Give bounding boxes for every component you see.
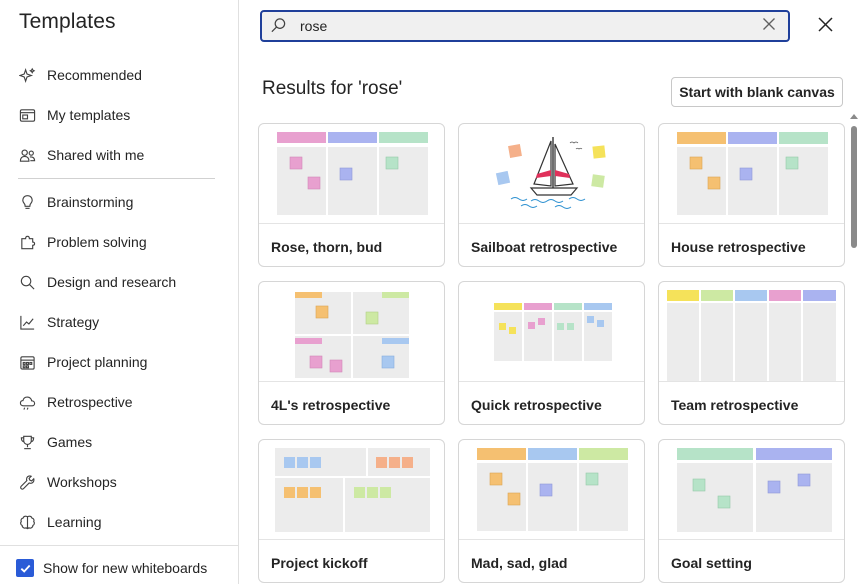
template-card-goal-setting[interactable]: Goal setting: [658, 439, 845, 583]
chart-icon: [18, 313, 36, 331]
sparkle-icon: [18, 66, 36, 84]
sidebar-item-design-and-research[interactable]: Design and research: [18, 264, 218, 300]
sidebar-item-learning[interactable]: Learning: [18, 504, 218, 540]
sidebar-item-label: Learning: [47, 514, 102, 530]
template-card-label: Quick retrospective: [471, 397, 602, 413]
clear-search-icon[interactable]: [762, 17, 780, 35]
checkmark-icon: [20, 564, 30, 573]
search-input[interactable]: [300, 16, 740, 36]
sidebar-item-my-templates[interactable]: My templates: [18, 97, 218, 133]
template-thumbnail: [259, 440, 444, 540]
template-card-quick-retrospective[interactable]: Quick retrospective: [458, 281, 645, 425]
search-icon: [18, 273, 36, 291]
template-card-label: Mad, sad, glad: [471, 555, 568, 571]
scrollbar-thumb[interactable]: [851, 126, 857, 248]
template-card-label: House retrospective: [671, 239, 806, 255]
template-thumbnail: [459, 282, 644, 382]
start-with-blank-canvas-button[interactable]: Start with blank canvas: [671, 77, 843, 107]
sidebar-footer: Show for new whiteboards: [0, 545, 239, 585]
template-thumbnail: [659, 440, 844, 540]
sidebar-item-project-planning[interactable]: Project planning: [18, 344, 218, 380]
sidebar-item-label: Design and research: [47, 274, 177, 290]
sidebar-item-strategy[interactable]: Strategy: [18, 304, 218, 340]
sidebar-item-problem-solving[interactable]: Problem solving: [18, 224, 218, 260]
template-card-label: Team retrospective: [671, 397, 799, 413]
brain-icon: [18, 513, 36, 531]
template-card-label: Project kickoff: [271, 555, 368, 571]
template-card-sailboat-retrospective[interactable]: Sailboat retrospective: [458, 123, 645, 267]
sidebar-item-retrospective[interactable]: Retrospective: [18, 384, 218, 420]
sidebar-item-label: My templates: [47, 107, 131, 123]
search-icon: [270, 17, 288, 35]
sidebar-item-label: Retrospective: [47, 394, 133, 410]
sidebar-item-label: Brainstorming: [47, 194, 134, 210]
template-thumbnail: [259, 282, 444, 382]
template-thumbnail: [459, 124, 644, 224]
template-card-house-retrospective[interactable]: House retrospective: [658, 123, 845, 267]
sidebar-item-label: Strategy: [47, 314, 100, 330]
sidebar-title: Templates: [19, 10, 116, 33]
template-card-project-kickoff[interactable]: Project kickoff: [258, 439, 445, 583]
template-card-label: Rose, thorn, bud: [271, 239, 383, 255]
sidebar-divider: [18, 178, 215, 179]
sidebar-item-label: Games: [47, 434, 93, 450]
calendar-icon: [18, 353, 36, 371]
close-icon[interactable]: [818, 17, 836, 35]
show-for-new-whiteboards-label[interactable]: Show for new whiteboards: [43, 560, 207, 576]
template-card-rose-thorn-bud[interactable]: Rose, thorn, bud: [258, 123, 445, 267]
sidebar-item-workshops[interactable]: Workshops: [18, 464, 218, 500]
show-for-new-whiteboards-checkbox[interactable]: [16, 559, 34, 577]
template-card-label: Sailboat retrospective: [471, 239, 618, 255]
template-card-mad-sad-glad[interactable]: Mad, sad, glad: [458, 439, 645, 583]
lightbulb-icon: [18, 193, 36, 211]
sidebar-item-label: Workshops: [47, 474, 117, 490]
template-thumbnail: [459, 440, 644, 540]
puzzle-icon: [18, 233, 36, 251]
cloud-icon: [18, 393, 36, 411]
template-thumbnail: [659, 282, 844, 382]
sidebar-item-shared-with-me[interactable]: Shared with me: [18, 137, 218, 173]
sidebar-item-label: Problem solving: [47, 234, 147, 250]
sidebar-item-label: Recommended: [47, 67, 142, 83]
people-icon: [18, 146, 36, 164]
sidebar-item-recommended[interactable]: Recommended: [18, 57, 218, 93]
results-scrollbar[interactable]: [848, 112, 861, 584]
results-title: Results for 'rose': [262, 78, 403, 99]
template-card-label: 4L's retrospective: [271, 397, 391, 413]
sidebar: Templates Recommended My templates Share…: [0, 0, 239, 584]
wrench-icon: [18, 473, 36, 491]
sidebar-item-brainstorming[interactable]: Brainstorming: [18, 184, 218, 220]
template-card-team-retrospective[interactable]: Team retrospective: [658, 281, 845, 425]
template-card-4ls-retrospective[interactable]: 4L's retrospective: [258, 281, 445, 425]
template-thumbnail: [659, 124, 844, 224]
template-thumbnail: [259, 124, 444, 224]
search-box: [260, 10, 790, 42]
sidebar-item-games[interactable]: Games: [18, 424, 218, 460]
sidebar-item-label: Project planning: [47, 354, 148, 370]
template-card-label: Goal setting: [671, 555, 752, 571]
sidebar-item-label: Shared with me: [47, 147, 145, 163]
trophy-icon: [18, 433, 36, 451]
template-icon: [18, 106, 36, 124]
scroll-up-arrow-icon[interactable]: [850, 114, 858, 119]
